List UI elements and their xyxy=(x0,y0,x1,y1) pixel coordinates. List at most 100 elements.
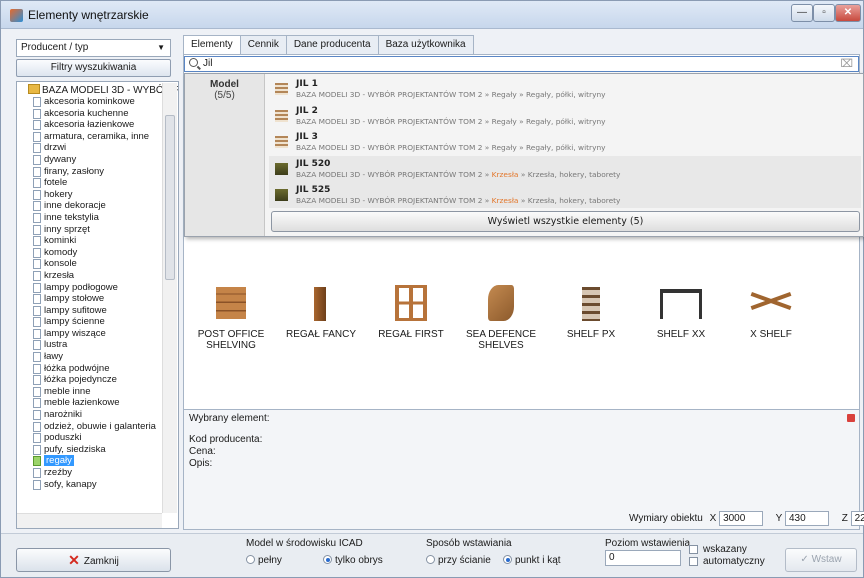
tree-item[interactable]: kominki xyxy=(17,235,165,247)
minimize-button[interactable]: — xyxy=(791,4,813,22)
tab-user-database[interactable]: Baza użytkownika xyxy=(377,35,474,54)
tree-item[interactable]: firany, zasłony xyxy=(17,166,165,178)
element-tile[interactable]: SEA DEFENCE SHELVES xyxy=(458,275,544,351)
close-button[interactable]: ✕ Zamknij xyxy=(16,548,171,572)
results-category: Model (5/5) xyxy=(185,74,265,236)
tree-item[interactable]: lampy sufitowe xyxy=(17,305,165,317)
tree-item[interactable]: akcesoria łazienkowe xyxy=(17,119,165,131)
radio-insert-wall[interactable]: przy ścianie xyxy=(426,555,491,566)
tree-root[interactable]: BAZA MODELI 3D - WYBÓR P xyxy=(20,84,178,96)
checkbox-automatic[interactable]: automatyczny xyxy=(689,556,765,567)
element-tile[interactable]: SHELF PX xyxy=(548,275,634,340)
tree-item[interactable]: narożniki xyxy=(17,409,165,421)
element-tile[interactable]: REGAŁ FANCY xyxy=(278,275,364,340)
tree-item[interactable]: lampy wiszące xyxy=(17,328,165,340)
checkbox-indicated[interactable]: wskazany xyxy=(689,544,747,555)
tree-item[interactable]: drzwi xyxy=(17,142,165,154)
tree-item-label: regały xyxy=(44,455,74,467)
search-result-row[interactable]: JIL 525 BAZA MODELI 3D - WYBÓR PROJEKTANT… xyxy=(269,182,861,208)
object-dimensions: Wymiary obiektu X 3000 Y 430 Z 2260 xyxy=(629,511,864,526)
tab-producer-data[interactable]: Dane producenta xyxy=(285,35,379,54)
tree-item[interactable]: pufy, siedziska xyxy=(17,444,165,456)
search-result-row[interactable]: JIL 2 BAZA MODELI 3D - WYBÓR PROJEKTANTÓW… xyxy=(269,103,861,129)
document-icon xyxy=(33,398,41,409)
tree-item[interactable]: inne dekoracje xyxy=(17,200,165,212)
clear-search-icon[interactable]: ⌧ xyxy=(840,57,853,70)
tree-horizontal-scrollbar[interactable] xyxy=(17,513,162,528)
tree-item[interactable]: poduszki xyxy=(17,432,165,444)
tree-item[interactable]: komody xyxy=(17,247,165,259)
search-filters-button[interactable]: Filtry wyszukiwania xyxy=(16,59,171,77)
tree-item-label: komody xyxy=(44,246,78,258)
document-icon xyxy=(33,363,41,374)
element-tile[interactable]: X SHELF xyxy=(728,275,814,340)
dimensions-label: Wymiary obiektu xyxy=(629,513,703,525)
filter-type-select[interactable]: Producent / typ ▼ xyxy=(16,39,171,57)
selected-element-label: Wybrany element: xyxy=(189,413,270,424)
dimension-y-field[interactable]: 430 xyxy=(784,511,829,526)
result-path: BAZA MODELI 3D - WYBÓR PROJEKTANTÓW TOM … xyxy=(296,196,620,205)
tree-item[interactable]: konsole xyxy=(17,258,165,270)
element-tile[interactable]: SHELF XX xyxy=(638,275,724,340)
tree-item[interactable]: łóżka podwójne xyxy=(17,363,165,375)
tree-item[interactable]: łóżka pojedyncze xyxy=(17,374,165,386)
radio-icon xyxy=(426,555,435,564)
tree-item[interactable]: akcesoria kuchenne xyxy=(17,108,165,120)
dimension-x-field[interactable]: 3000 xyxy=(719,511,764,526)
tree-item[interactable]: hokery xyxy=(17,189,165,201)
tree-item[interactable]: inny sprzęt xyxy=(17,224,165,236)
tree-item[interactable]: lampy ścienne xyxy=(17,316,165,328)
tree-item[interactable]: krzesła xyxy=(17,270,165,282)
tree-item[interactable]: inne tekstylia xyxy=(17,212,165,224)
tree-item[interactable]: meble inne xyxy=(17,386,165,398)
checkbox-icon xyxy=(689,545,698,554)
dimension-z-field[interactable]: 2260 xyxy=(850,511,864,526)
path-segment: BAZA MODELI 3D - WYBÓR PROJEKTANTÓW TOM … xyxy=(296,169,483,179)
tree-item[interactable]: armatura, ceramika, inne xyxy=(17,131,165,143)
insert-button-label: Wstaw xyxy=(811,554,842,565)
tree-item[interactable]: akcesoria kominkowe xyxy=(17,96,165,108)
tree-item-label: pufy, siedziska xyxy=(44,443,106,455)
search-input[interactable]: Jil ⌧ xyxy=(184,56,859,72)
tree-item[interactable]: lampy podłogowe xyxy=(17,282,165,294)
result-name: JIL 520 xyxy=(296,158,331,169)
search-result-row[interactable]: JIL 3 BAZA MODELI 3D - WYBÓR PROJEKTANTÓW… xyxy=(269,129,861,155)
element-thumbnail xyxy=(638,275,724,327)
tree-item-label: poduszki xyxy=(44,432,82,444)
scroll-thumb[interactable] xyxy=(165,115,175,280)
radio-icon xyxy=(323,555,332,564)
category-tree[interactable]: BAZA MODELI 3D - WYBÓR P akcesoria komin… xyxy=(16,81,179,529)
tree-item[interactable]: fotele xyxy=(17,177,165,189)
tree-item[interactable]: regały xyxy=(17,455,165,467)
close-window-button[interactable]: ✕ xyxy=(835,4,861,22)
pin-icon[interactable] xyxy=(847,414,855,422)
tree-item[interactable]: meble łazienkowe xyxy=(17,397,165,409)
radio-model-outline[interactable]: tylko obrys xyxy=(323,555,383,566)
insert-button[interactable]: ✓ Wstaw xyxy=(785,548,857,572)
tree-item[interactable]: sofy, kanapy xyxy=(17,479,165,491)
maximize-button[interactable]: ▫ xyxy=(813,4,835,22)
document-icon xyxy=(33,294,41,305)
tree-item[interactable]: lampy stołowe xyxy=(17,293,165,305)
show-all-button[interactable]: Wyświetl wszystkie elementy (5) xyxy=(271,211,860,232)
tree-item-label: narożniki xyxy=(44,409,83,421)
insert-level-input[interactable]: 0 xyxy=(605,550,681,566)
search-result-row[interactable]: JIL 1 BAZA MODELI 3D - WYBÓR PROJEKTANTÓW… xyxy=(269,76,861,102)
document-icon xyxy=(33,386,41,397)
tab-elements[interactable]: Elementy xyxy=(183,35,241,55)
radio-insert-point[interactable]: punkt i kąt xyxy=(503,555,561,566)
tab-pricelist[interactable]: Cennik xyxy=(239,35,287,54)
path-segment: BAZA MODELI 3D - WYBÓR PROJEKTANTÓW TOM … xyxy=(296,196,483,205)
element-tile[interactable]: REGAŁ FIRST xyxy=(368,275,454,340)
tree-item-label: sofy, kanapy xyxy=(44,478,97,490)
radio-model-full[interactable]: pełny xyxy=(246,555,282,566)
document-icon xyxy=(33,259,41,270)
tree-item[interactable]: rzeźby xyxy=(17,467,165,479)
tree-item[interactable]: lustra xyxy=(17,339,165,351)
tree-item[interactable]: ławy xyxy=(17,351,165,363)
tree-vertical-scrollbar[interactable] xyxy=(162,83,177,513)
tree-item[interactable]: odzież, obuwie i galanteria xyxy=(17,421,165,433)
tree-item[interactable]: dywany xyxy=(17,154,165,166)
search-result-row[interactable]: JIL 520 BAZA MODELI 3D - WYBÓR PROJEKTANT… xyxy=(269,155,861,182)
element-tile[interactable]: POST OFFICE SHELVING xyxy=(188,275,274,351)
